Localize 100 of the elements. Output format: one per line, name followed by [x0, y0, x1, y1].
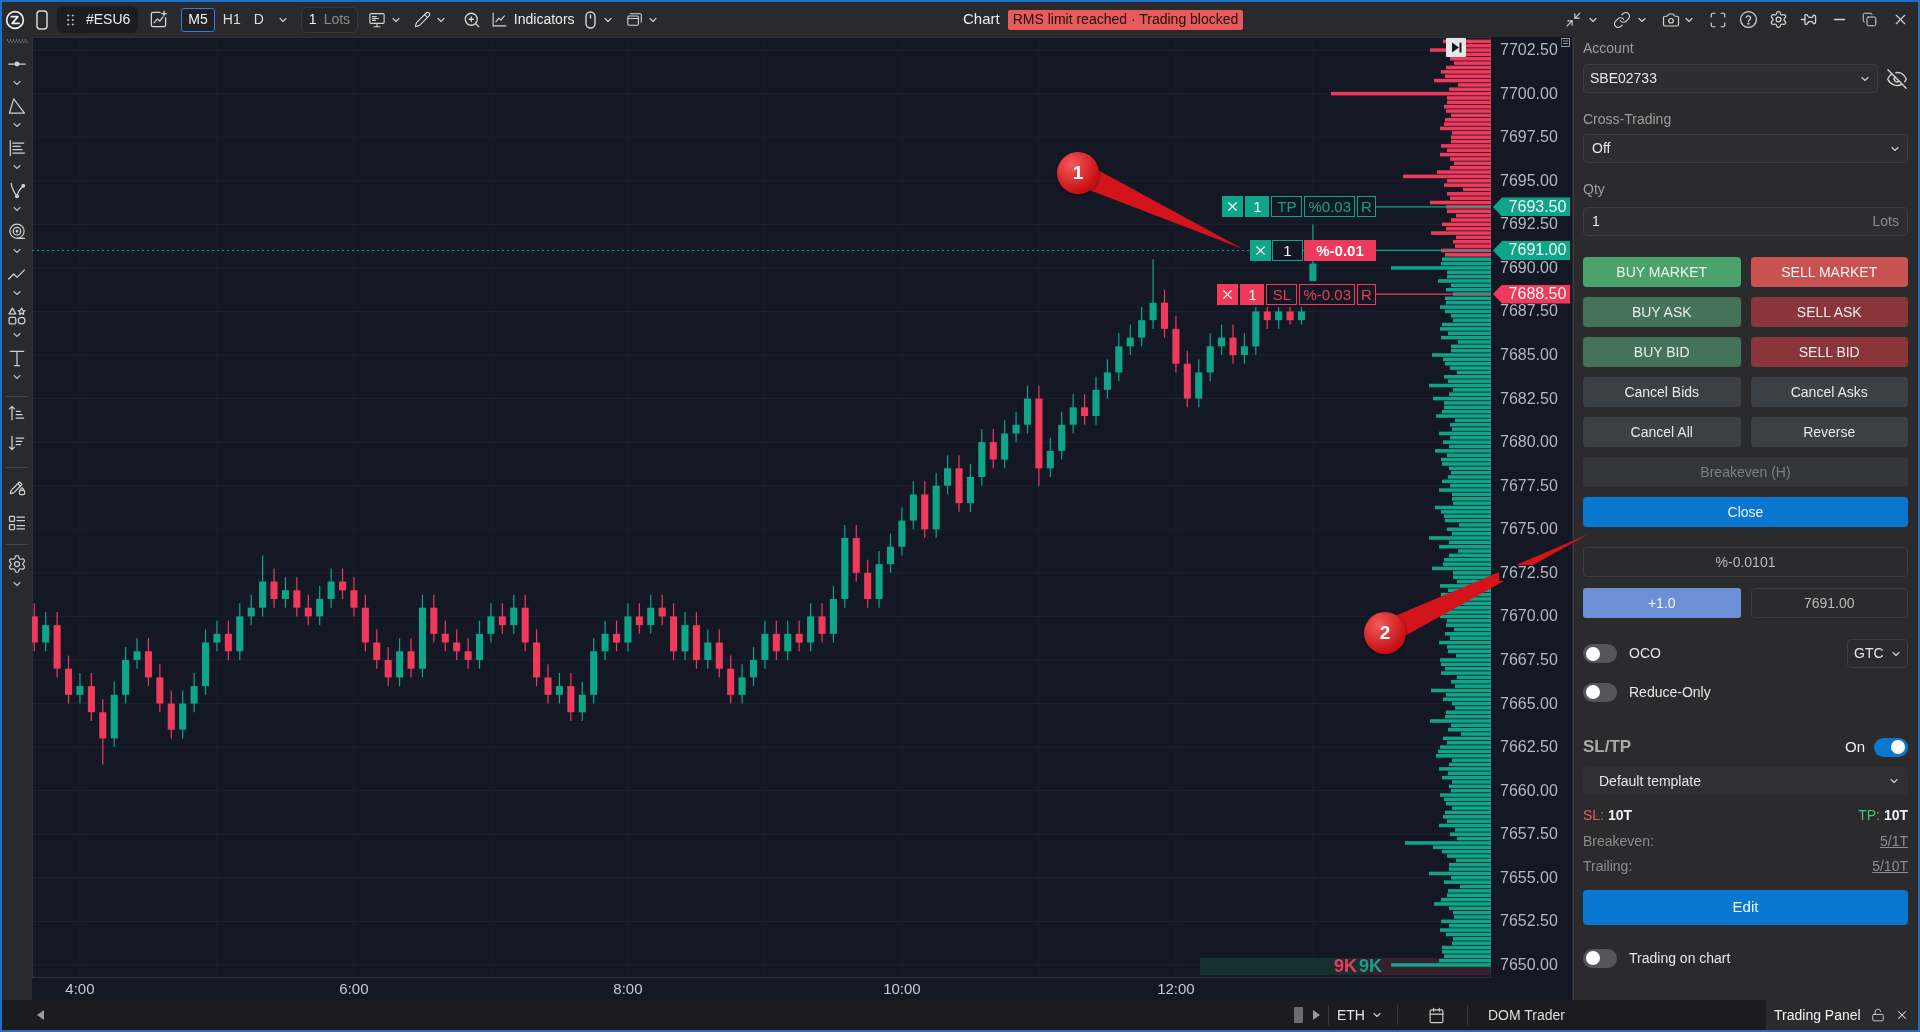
- settings-icon[interactable]: [1769, 10, 1788, 29]
- scroll-right-icon[interactable]: [1313, 1010, 1320, 1020]
- eye-off-icon[interactable]: [1886, 67, 1908, 90]
- toggle-switch[interactable]: [1874, 737, 1908, 757]
- candle: [156, 663, 164, 713]
- buy-button[interactable]: BUY ASK: [1583, 297, 1741, 327]
- timeframe-tab[interactable]: M5: [181, 7, 215, 32]
- spiral-icon[interactable]: [7, 222, 27, 242]
- candle: [692, 611, 700, 670]
- toggle-switch[interactable]: [1583, 682, 1617, 702]
- action-button[interactable]: Cancel Asks: [1750, 377, 1908, 407]
- skip-to-end-icon[interactable]: [1446, 38, 1466, 57]
- order-quantity: 1: [1240, 283, 1265, 305]
- rule-value-link[interactable]: 5/1T: [1880, 830, 1908, 852]
- triangle-icon[interactable]: [7, 96, 27, 116]
- list-icon[interactable]: [7, 513, 27, 533]
- quantity-field[interactable]: 1 Lots: [300, 6, 358, 33]
- text-icon[interactable]: [7, 348, 27, 368]
- order-pnl: %0.03: [1304, 196, 1355, 218]
- session-dropdown[interactable]: ETH: [1335, 1003, 1385, 1027]
- unlock-icon[interactable]: [1870, 1008, 1885, 1022]
- candle: [533, 628, 541, 687]
- quantity-field[interactable]: 1 Lots: [1583, 207, 1908, 236]
- panel-tab[interactable]: Trading Panel: [1766, 1000, 1918, 1030]
- restore-icon[interactable]: [1862, 12, 1877, 27]
- logo-icon[interactable]: [5, 9, 25, 30]
- mouse-icon[interactable]: [584, 10, 596, 29]
- zoom-in-icon[interactable]: [462, 10, 481, 29]
- candle: [898, 506, 906, 556]
- toggle-switch[interactable]: [1583, 644, 1617, 663]
- candle: [590, 637, 598, 705]
- collapse-icon[interactable]: [1565, 11, 1582, 28]
- candle: [864, 559, 872, 609]
- sell-button[interactable]: SELL ASK: [1750, 297, 1908, 327]
- rule-value-link[interactable]: 5/10T: [1872, 855, 1908, 877]
- candle: [396, 637, 404, 687]
- candle: [944, 454, 952, 496]
- candle: [99, 698, 107, 766]
- timeframe-tab[interactable]: D: [248, 7, 269, 32]
- square-icon[interactable]: [1561, 38, 1570, 47]
- order-r-button[interactable]: R: [1357, 283, 1376, 305]
- indicators-button[interactable]: Indicators: [490, 9, 575, 30]
- action-button[interactable]: Reverse: [1750, 417, 1908, 447]
- add-chart-icon[interactable]: [149, 10, 169, 29]
- toggle-label: OCO: [1629, 644, 1661, 663]
- field-label: Account: [1583, 40, 1635, 57]
- sell-button[interactable]: SELL BID: [1750, 337, 1908, 367]
- shapes-icon[interactable]: [7, 306, 27, 326]
- windows-icon[interactable]: [625, 11, 643, 28]
- price-field[interactable]: 7691.00: [1750, 588, 1908, 618]
- toggle-switch[interactable]: [1583, 948, 1617, 968]
- time-axis-label: 10:00: [883, 980, 921, 998]
- drag-handle-icon[interactable]: [6, 39, 28, 43]
- close-order-button[interactable]: [1217, 283, 1239, 305]
- link-icon[interactable]: [1613, 10, 1631, 29]
- scroll-left-icon[interactable]: [37, 1010, 44, 1020]
- candle: [213, 620, 221, 652]
- time-in-force-select[interactable]: GTC: [1847, 639, 1908, 668]
- calendar-icon[interactable]: [1428, 1006, 1445, 1024]
- action-button[interactable]: Close: [1583, 497, 1908, 527]
- toggle-label: Trading on chart: [1629, 948, 1731, 968]
- symbol-button[interactable]: #ESU6: [57, 6, 139, 33]
- help-icon[interactable]: [1739, 10, 1758, 29]
- cross-trading-select[interactable]: Off: [1583, 134, 1908, 163]
- action-button[interactable]: Cancel Bids: [1583, 377, 1741, 407]
- candle: [1218, 323, 1226, 356]
- settings-icon[interactable]: [7, 554, 27, 574]
- candle: [453, 628, 461, 661]
- order-r-button[interactable]: R: [1357, 196, 1376, 218]
- edit-button[interactable]: Edit: [1583, 890, 1908, 925]
- account-select[interactable]: SBE02733: [1583, 64, 1878, 93]
- monitor-icon[interactable]: [367, 10, 386, 29]
- pencil-icon[interactable]: [413, 11, 431, 28]
- candle: [464, 637, 472, 670]
- action-button[interactable]: Cancel All: [1583, 417, 1741, 447]
- offset-field[interactable]: %-0.0101: [1583, 547, 1908, 577]
- panel-tab[interactable]: DOM Trader: [1480, 1000, 1573, 1030]
- rounded-rectangle-icon[interactable]: [36, 9, 48, 30]
- close-order-button[interactable]: [1250, 239, 1271, 261]
- price-tag: 7693.50: [1493, 197, 1570, 217]
- lines-icon[interactable]: [7, 138, 27, 158]
- drag-handle-icon[interactable]: [67, 13, 74, 26]
- sort-descending-icon[interactable]: [7, 433, 27, 453]
- scroll-thumb[interactable]: [1294, 1007, 1303, 1023]
- camera-icon[interactable]: [1662, 10, 1680, 29]
- timeframe-tab[interactable]: H1: [217, 7, 246, 32]
- template-select[interactable]: Default template: [1583, 767, 1908, 795]
- candle: [179, 689, 187, 739]
- sort-ascending-icon[interactable]: [7, 403, 27, 423]
- candle: [886, 533, 895, 574]
- candle: [795, 620, 803, 652]
- close-order-button[interactable]: [1222, 196, 1244, 218]
- sell-button[interactable]: SELL MARKET: [1750, 257, 1908, 287]
- time-axis-label: 4:00: [65, 980, 95, 998]
- candle: [1126, 323, 1134, 356]
- fullscreen-icon[interactable]: [1709, 10, 1727, 29]
- buy-button[interactable]: BUY BID: [1583, 337, 1741, 367]
- alert-badge: RMS limit reached · Trading blocked: [1007, 9, 1244, 30]
- volume-readout: 9K: [1359, 957, 1383, 976]
- pin-icon[interactable]: [1800, 11, 1817, 28]
